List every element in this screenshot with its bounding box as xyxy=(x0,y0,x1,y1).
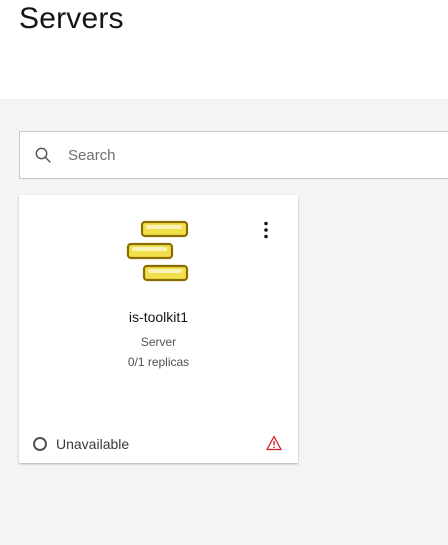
server-icon xyxy=(126,220,190,284)
page-title: Servers xyxy=(19,2,124,35)
replica-count: 0/1 replicas xyxy=(127,355,190,369)
search-bar[interactable] xyxy=(19,131,448,179)
status-indicator: Unavailable xyxy=(33,435,129,453)
search-icon xyxy=(34,146,52,164)
server-type: Server xyxy=(140,335,177,349)
overflow-menu-icon[interactable] xyxy=(256,219,276,241)
search-input[interactable] xyxy=(68,132,448,178)
server-name[interactable]: is-toolkit1 xyxy=(19,309,298,325)
server-card[interactable]: is-toolkit1 Server 0/1 replicas Unavaila… xyxy=(19,195,298,463)
status-circle-icon xyxy=(33,437,47,451)
page-header: Servers xyxy=(0,0,448,99)
warning-icon[interactable] xyxy=(266,435,282,451)
status-label: Unavailable xyxy=(56,436,130,452)
